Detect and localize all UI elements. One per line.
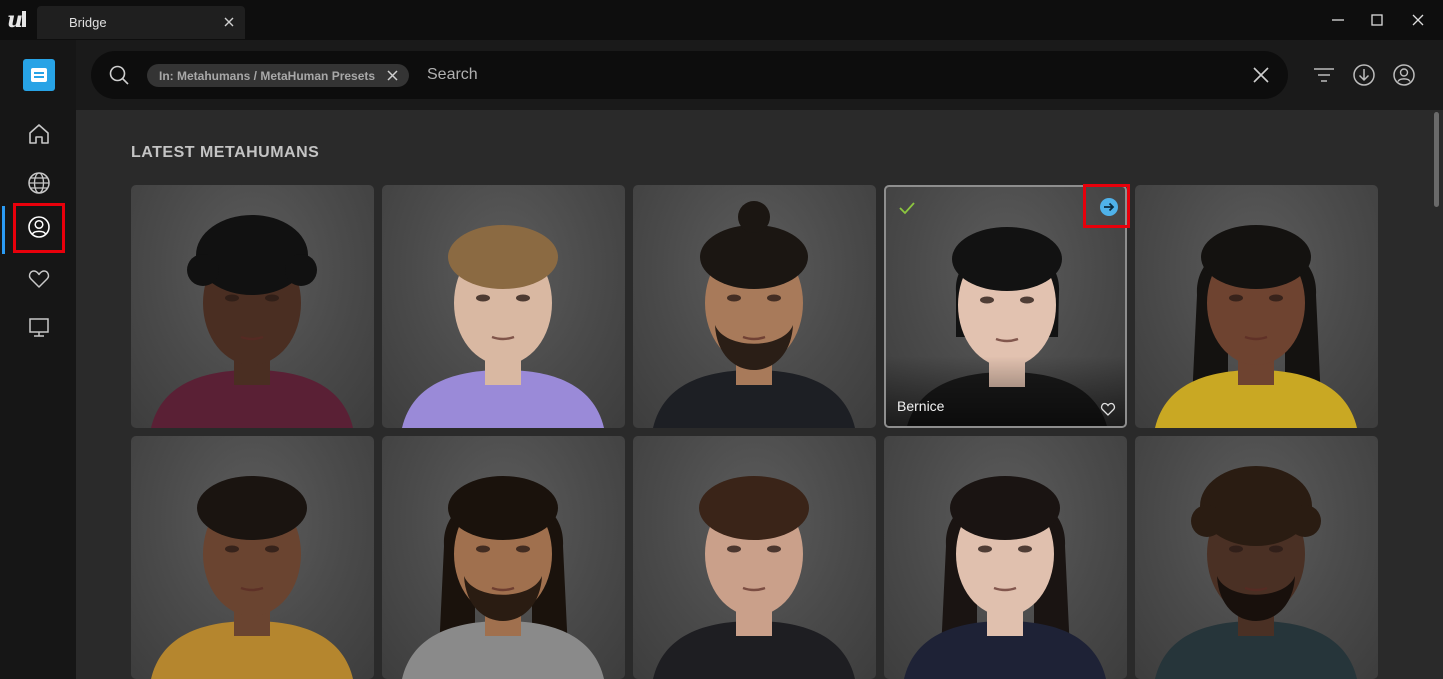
maximize-icon: [1371, 14, 1383, 26]
filter-chip[interactable]: In: Metahumans / MetaHuman Presets: [147, 64, 409, 87]
metahuman-card[interactable]: [633, 436, 876, 679]
download-icon[interactable]: [1351, 62, 1377, 88]
filter-chip-label: In: Metahumans / MetaHuman Presets: [159, 69, 376, 83]
portrait-image: [402, 225, 604, 428]
portrait-image: [653, 476, 855, 679]
user-circle-icon: [28, 216, 50, 238]
favorite-heart-icon[interactable]: [1100, 401, 1116, 417]
remove-filter-icon[interactable]: [386, 69, 399, 82]
search-icon[interactable]: [108, 64, 130, 86]
open-arrow-icon[interactable]: [1099, 197, 1119, 217]
card-name: Bernice: [897, 398, 945, 414]
heart-icon: [28, 270, 50, 288]
portrait-image: [1155, 466, 1357, 679]
unreal-logo-icon: u: [7, 7, 26, 33]
sidebar: [0, 40, 76, 679]
bridge-logo-icon: [31, 68, 47, 82]
account-icon[interactable]: [1391, 62, 1417, 88]
metahuman-card[interactable]: [382, 436, 625, 679]
metahuman-card[interactable]: [633, 185, 876, 428]
portrait-image: [402, 476, 604, 679]
globe-icon: [28, 172, 50, 194]
portrait-image: [904, 476, 1106, 679]
metahuman-card[interactable]: [131, 185, 374, 428]
metahuman-card[interactable]: [1135, 436, 1378, 679]
active-indicator: [2, 206, 5, 254]
close-window-button[interactable]: [1406, 8, 1430, 32]
svg-text:u: u: [7, 7, 23, 33]
portrait-image: [151, 476, 353, 679]
metahuman-card[interactable]: [1135, 185, 1378, 428]
bridge-logo-button[interactable]: [23, 59, 55, 91]
sidebar-item-local[interactable]: [24, 312, 54, 342]
sidebar-item-favorites[interactable]: [24, 264, 54, 294]
home-icon: [29, 124, 49, 144]
close-tab-icon[interactable]: [221, 14, 237, 30]
checkmark-icon: [899, 202, 915, 215]
close-icon: [1412, 14, 1424, 26]
card-overlay: [886, 356, 1125, 426]
maximize-button[interactable]: [1365, 8, 1389, 32]
clear-search-icon[interactable]: [1251, 65, 1271, 85]
search-bar: In: Metahumans / MetaHuman Presets: [91, 51, 1288, 99]
sidebar-item-home[interactable]: [24, 119, 54, 149]
section-title: LATEST METAHUMANS: [131, 144, 320, 161]
search-input[interactable]: [427, 63, 1227, 87]
monitor-icon: [29, 318, 49, 337]
minimize-icon: [1332, 19, 1344, 21]
minimize-button[interactable]: [1326, 8, 1350, 32]
title-bar: u Bridge: [0, 0, 1443, 40]
sidebar-item-metahumans[interactable]: [24, 212, 54, 242]
portrait-image: [653, 201, 855, 428]
portrait-image: [151, 215, 353, 428]
tab-bridge[interactable]: Bridge: [37, 6, 245, 39]
portrait-image: [1155, 225, 1357, 428]
sidebar-item-discover[interactable]: [24, 168, 54, 198]
metahuman-card[interactable]: [382, 185, 625, 428]
tab-title: Bridge: [69, 15, 107, 30]
metahuman-card[interactable]: [131, 436, 374, 679]
filter-icon[interactable]: [1311, 62, 1337, 88]
content-area: LATEST METAHUMANS Bernice: [76, 110, 1443, 679]
header: In: Metahumans / MetaHuman Presets: [76, 40, 1443, 110]
scrollbar-thumb[interactable]: [1434, 112, 1439, 207]
metahuman-card[interactable]: [884, 436, 1127, 679]
metahuman-card[interactable]: Bernice: [884, 185, 1127, 428]
